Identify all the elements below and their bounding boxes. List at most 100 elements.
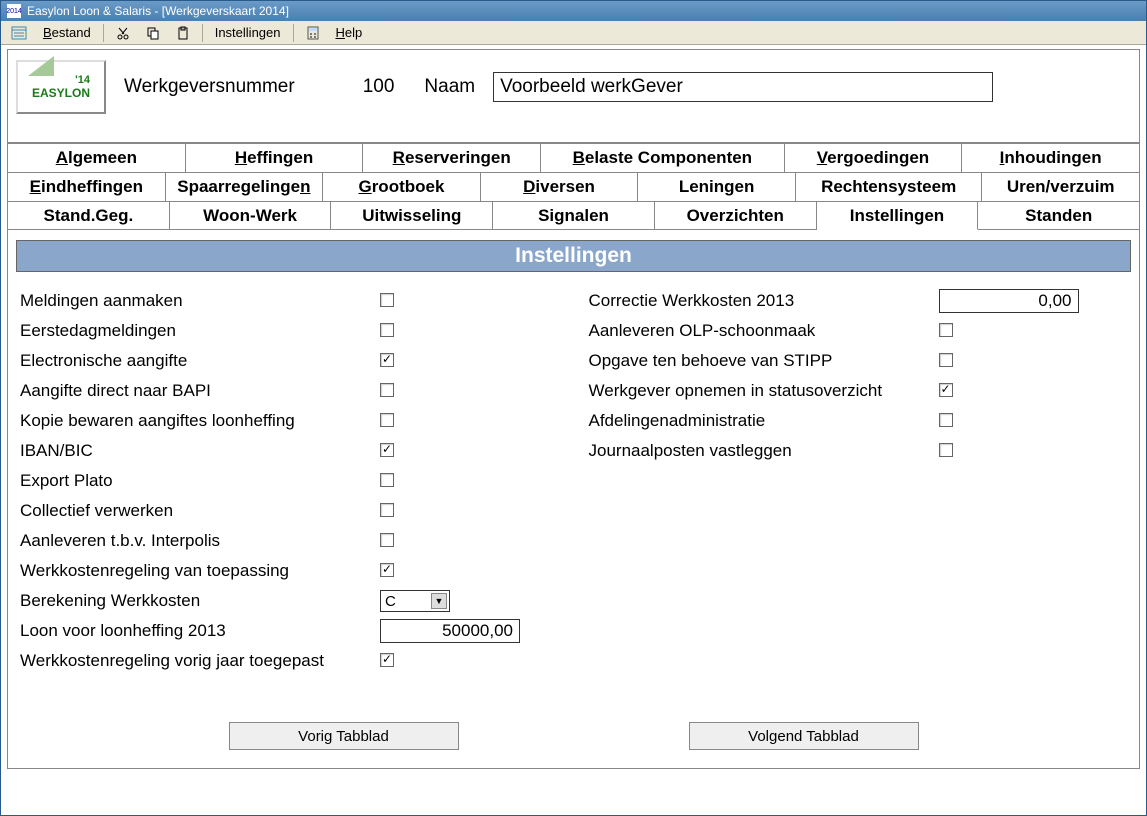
menu-instellingen[interactable]: Instellingen [209, 24, 287, 41]
tab-overzichten[interactable]: Overzichten [655, 201, 817, 230]
separator [293, 24, 294, 42]
form-row-eerstedagmeldingen: Eerstedagmeldingen [20, 316, 559, 346]
app-icon: 2014 [7, 4, 21, 18]
tab-signalen[interactable]: Signalen [493, 201, 655, 230]
checkbox-electronische-aangifte[interactable] [380, 353, 394, 367]
tab-inhoudingen[interactable]: Inhoudingen [962, 143, 1140, 172]
menu-help[interactable]: Help [330, 24, 369, 41]
tab-eindheffingen[interactable]: Eindheffingen [7, 172, 166, 201]
logo-button[interactable]: '14 EASYLON [16, 60, 106, 114]
form-row-werkgever-opnemen-in-statusoverzicht: Werkgever opnemen in statusoverzicht [589, 376, 1128, 406]
tab-spaarregelingen[interactable]: Spaarregelingen [166, 172, 324, 201]
form-row-aanleveren-olp-schoonmaak: Aanleveren OLP-schoonmaak [589, 316, 1128, 346]
form-icon[interactable] [5, 25, 33, 41]
form-column-right: Correctie Werkkosten 2013 Aanleveren OLP-… [589, 286, 1128, 676]
number-input-loon-voor-loonheffing-2013[interactable] [380, 619, 520, 643]
tab-algemeen[interactable]: Algemeen [7, 143, 186, 172]
field-label: Loon voor loonheffing 2013 [20, 621, 380, 641]
field-label: Collectief verwerken [20, 501, 380, 521]
field-label: IBAN/BIC [20, 441, 380, 461]
checkbox-collectief-verwerken[interactable] [380, 503, 394, 517]
checkbox-iban-bic[interactable] [380, 443, 394, 457]
tabstrip: Algemeen Heffingen Reserveringen Belaste… [7, 143, 1140, 230]
tab-uitwisseling[interactable]: Uitwisseling [331, 201, 493, 230]
form-row-opgave-ten-behoeve-van-stipp: Opgave ten behoeve van STIPP [589, 346, 1128, 376]
nav-buttons: Vorig Tabblad Volgend Tabblad [8, 722, 1139, 750]
next-tab-button[interactable]: Volgend Tabblad [689, 722, 919, 750]
form-row-werkkostenregeling-vorig-jaar-toegepast: Werkkostenregeling vorig jaar toegepast [20, 646, 559, 676]
separator [103, 24, 104, 42]
form-row-kopie-bewaren-aangiftes-loonheffing: Kopie bewaren aangiftes loonheffing [20, 406, 559, 436]
menubar: Bestand Instellingen Help [1, 21, 1146, 45]
checkbox-aangifte-direct-naar-bapi[interactable] [380, 383, 394, 397]
tab-content: Instellingen Meldingen aanmaken Eerstedag… [7, 229, 1140, 769]
form-row-meldingen-aanmaken: Meldingen aanmaken [20, 286, 559, 316]
field-label: Kopie bewaren aangiftes loonheffing [20, 411, 380, 431]
form-row-collectief-verwerken: Collectief verwerken [20, 496, 559, 526]
checkbox-export-plato[interactable] [380, 473, 394, 487]
naam-input[interactable] [493, 72, 993, 102]
naam-label: Naam [424, 76, 475, 98]
form-row-werkkostenregeling-van-toepassing: Werkkostenregeling van toepassing [20, 556, 559, 586]
tab-standen[interactable]: Standen [978, 201, 1140, 230]
titlebar: 2014 Easylon Loon & Salaris - [Werkgever… [1, 1, 1146, 21]
tab-vergoedingen[interactable]: Vergoedingen [785, 143, 963, 172]
tab-row-1: Algemeen Heffingen Reserveringen Belaste… [7, 143, 1140, 172]
werkgeversnummer-label: Werkgeversnummer [124, 76, 295, 98]
dropdown-berekening-werkkosten[interactable]: C▼ [380, 590, 450, 612]
logo-text: '14 EASYLON [32, 74, 90, 100]
window-title: Easylon Loon & Salaris - [Werkgeverskaar… [27, 4, 289, 18]
tab-belaste-componenten[interactable]: Belaste Componenten [541, 143, 785, 172]
tab-row-2: Eindheffingen Spaarregelingen Grootboek … [7, 172, 1140, 201]
field-label: Afdelingenadministratie [589, 411, 939, 431]
dropdown-value: C [385, 593, 396, 610]
tab-woon-werk[interactable]: Woon-Werk [170, 201, 332, 230]
checkbox-aanleveren-olp-schoonmaak[interactable] [939, 323, 953, 337]
field-label: Opgave ten behoeve van STIPP [589, 351, 939, 371]
field-label: Meldingen aanmaken [20, 291, 380, 311]
checkbox-werkkostenregeling-van-toepassing[interactable] [380, 563, 394, 577]
cut-icon[interactable] [110, 25, 136, 41]
section-header: Instellingen [16, 240, 1131, 272]
checkbox-eerstedagmeldingen[interactable] [380, 323, 394, 337]
checkbox-afdelingenadministratie[interactable] [939, 413, 953, 427]
form-row-aanleveren-t-b-v-interpolis: Aanleveren t.b.v. Interpolis [20, 526, 559, 556]
prev-tab-button[interactable]: Vorig Tabblad [229, 722, 459, 750]
tab-grootboek[interactable]: Grootboek [323, 172, 481, 201]
header-panel: '14 EASYLON Werkgeversnummer 100 Naam [7, 49, 1140, 143]
tab-leningen[interactable]: Leningen [638, 172, 796, 201]
tab-diversen[interactable]: Diversen [481, 172, 639, 201]
tab-reserveringen[interactable]: Reserveringen [363, 143, 541, 172]
field-label: Correctie Werkkosten 2013 [589, 291, 939, 311]
checkbox-journaalposten-vastleggen[interactable] [939, 443, 953, 457]
field-label: Electronische aangifte [20, 351, 380, 371]
field-label: Aangifte direct naar BAPI [20, 381, 380, 401]
tab-instellingen[interactable]: Instellingen [817, 201, 979, 230]
tab-row-3: Stand.Geg. Woon-Werk Uitwisseling Signal… [7, 201, 1140, 230]
checkbox-kopie-bewaren-aangiftes-loonheffing[interactable] [380, 413, 394, 427]
form-row-berekening-werkkosten: Berekening WerkkostenC▼ [20, 586, 559, 616]
calc-icon[interactable] [300, 25, 326, 41]
form-row-loon-voor-loonheffing-2013: Loon voor loonheffing 2013 [20, 616, 559, 646]
field-label: Werkgever opnemen in statusoverzicht [589, 381, 939, 401]
checkbox-werkkostenregeling-vorig-jaar-toegepast[interactable] [380, 653, 394, 667]
copy-icon[interactable] [140, 25, 166, 41]
form-column-left: Meldingen aanmaken Eerstedagmeldingen Elec… [20, 286, 559, 676]
paste-icon[interactable] [170, 25, 196, 41]
tab-stand-geg[interactable]: Stand.Geg. [7, 201, 170, 230]
field-label: Aanleveren OLP-schoonmaak [589, 321, 939, 341]
tab-uren-verzuim[interactable]: Uren/verzuim [982, 172, 1140, 201]
tab-rechtensysteem[interactable]: Rechtensysteem [796, 172, 983, 201]
werkgeversnummer-value: 100 [363, 76, 395, 98]
field-label: Werkkostenregeling vorig jaar toegepast [20, 651, 380, 671]
menu-bestand[interactable]: Bestand [37, 24, 97, 41]
form-row-afdelingenadministratie: Afdelingenadministratie [589, 406, 1128, 436]
checkbox-werkgever-opnemen-in-statusoverzicht[interactable] [939, 383, 953, 397]
checkbox-aanleveren-t-b-v-interpolis[interactable] [380, 533, 394, 547]
number-input-correctie-werkkosten-2013[interactable] [939, 289, 1079, 313]
field-label: Eerstedagmeldingen [20, 321, 380, 341]
tab-heffingen[interactable]: Heffingen [186, 143, 364, 172]
checkbox-opgave-ten-behoeve-van-stipp[interactable] [939, 353, 953, 367]
field-label: Export Plato [20, 471, 380, 491]
checkbox-meldingen-aanmaken[interactable] [380, 293, 394, 307]
